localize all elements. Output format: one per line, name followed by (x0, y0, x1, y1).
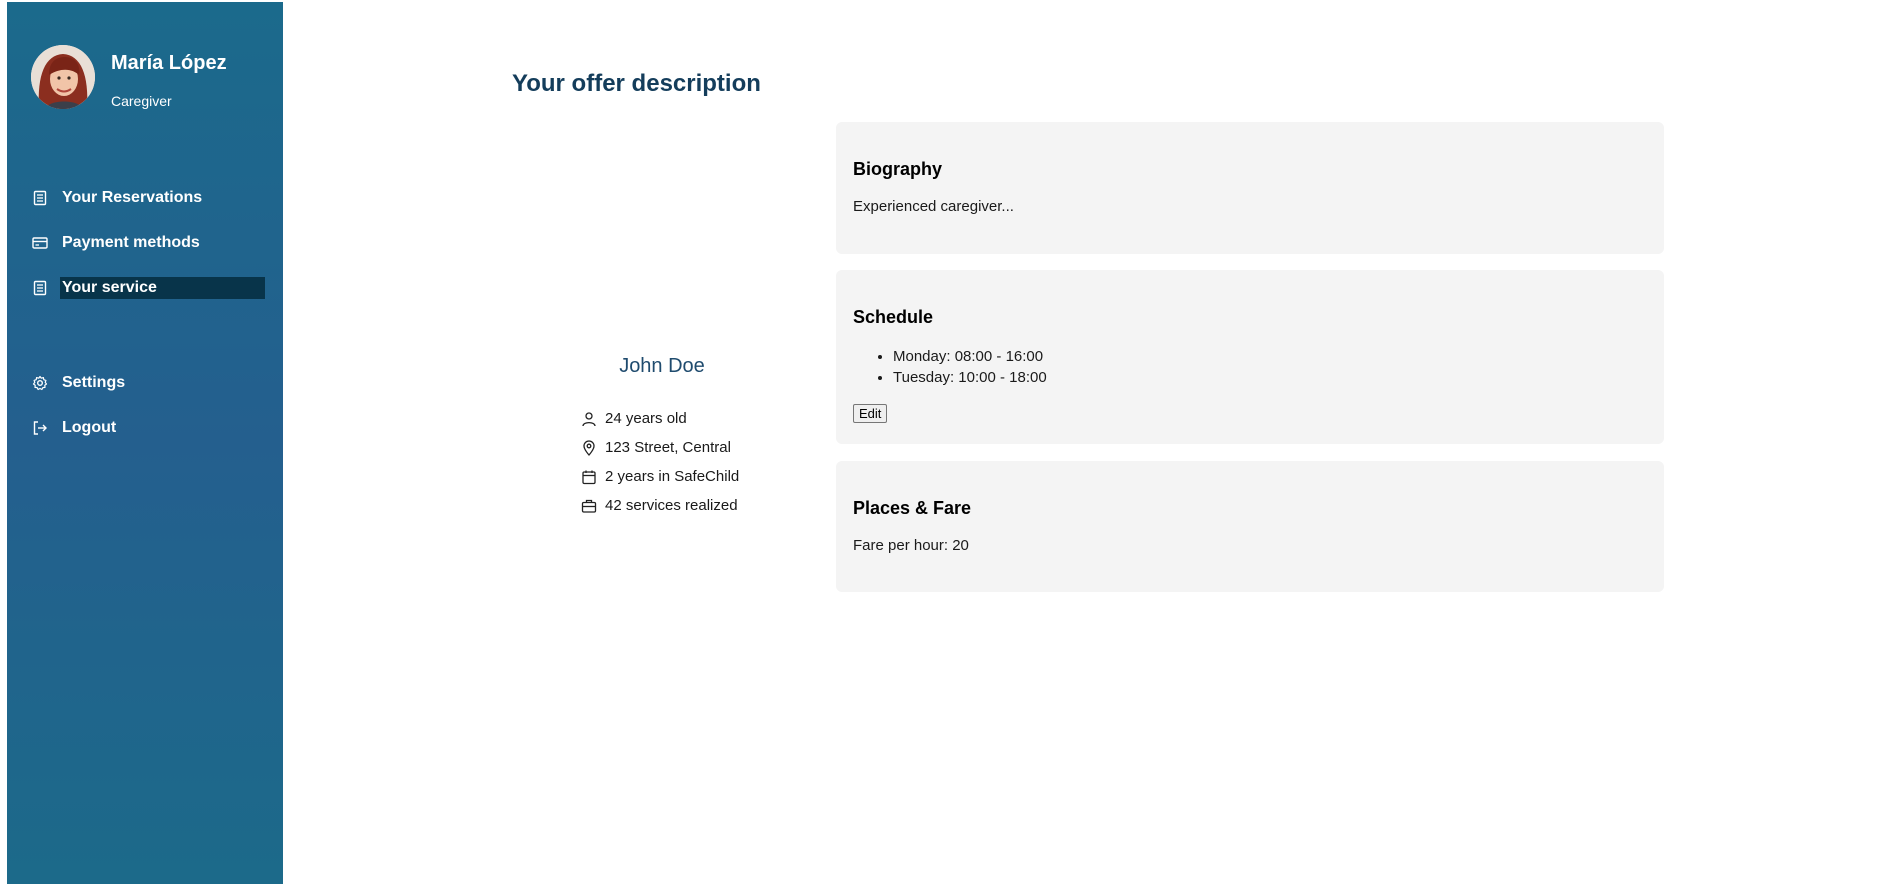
fact-age: 24 years old (581, 404, 760, 433)
edit-schedule-button[interactable]: Edit (853, 404, 888, 423)
document-icon (30, 278, 50, 298)
user-role: Caregiver (111, 93, 172, 109)
list-item: Tuesday: 10:00 - 18:00 (893, 367, 1647, 388)
person-name: John Doe (619, 355, 705, 377)
briefcase-icon (581, 497, 599, 515)
sidebar-item-label: Settings (62, 374, 126, 391)
user-name: María López (111, 52, 227, 74)
fact-address: 123 Street, Central (581, 433, 760, 462)
primary-nav: Your Reservations Payment methods Your s… (30, 187, 265, 322)
sidebar-item-logout[interactable]: Logout (30, 417, 265, 439)
document-icon (30, 188, 50, 208)
fact-text: 42 services realized (605, 497, 738, 514)
sidebar-item-label: Payment methods (62, 234, 200, 251)
sidebar: María López Caregiver Your Reservations … (7, 2, 283, 884)
schedule-list: Monday: 08:00 - 16:00 Tuesday: 10:00 - 1… (893, 346, 1647, 388)
list-item: Monday: 08:00 - 16:00 (893, 346, 1647, 367)
sidebar-item-label: Your service (60, 277, 265, 299)
sidebar-item-label: Logout (62, 419, 117, 436)
fact-tenure: 2 years in SafeChild (581, 462, 760, 491)
fact-text: 24 years old (605, 410, 687, 427)
avatar (31, 45, 95, 109)
person-icon (581, 410, 599, 428)
credit-card-icon (30, 233, 50, 253)
fact-text: 2 years in SafeChild (605, 468, 740, 485)
fact-services: 42 services realized (581, 491, 760, 520)
places-fare-card: Places & Fare Fare per hour: 20 (836, 461, 1664, 592)
logout-icon (30, 418, 50, 438)
fare-text: Fare per hour: 20 (853, 537, 969, 554)
places-heading: Places & Fare (853, 498, 972, 518)
person-facts: 24 years old 123 Street, Central 2 years… (560, 404, 760, 520)
biography-heading: Biography (853, 159, 943, 179)
gear-icon (30, 373, 50, 393)
schedule-card: Schedule Monday: 08:00 - 16:00 Tuesday: … (836, 270, 1664, 444)
secondary-nav: Settings Logout (30, 372, 265, 462)
sidebar-item-settings[interactable]: Settings (30, 372, 265, 394)
page-title: Your offer description (512, 70, 761, 97)
sidebar-item-label: Your Reservations (62, 189, 203, 206)
biography-text: Experienced caregiver... (853, 198, 1014, 215)
location-pin-icon (581, 439, 599, 457)
person-summary: John Doe 24 years old 123 Street, Centra… (560, 355, 760, 520)
biography-card: Biography Experienced caregiver... (836, 122, 1664, 254)
calendar-icon (581, 468, 599, 486)
fact-text: 123 Street, Central (605, 439, 731, 456)
profile-block: María López Caregiver (31, 45, 227, 109)
sidebar-item-reservations[interactable]: Your Reservations (30, 187, 265, 209)
schedule-heading: Schedule (853, 307, 934, 327)
sidebar-item-payment-methods[interactable]: Payment methods (30, 232, 265, 254)
sidebar-item-your-service[interactable]: Your service (30, 277, 265, 299)
